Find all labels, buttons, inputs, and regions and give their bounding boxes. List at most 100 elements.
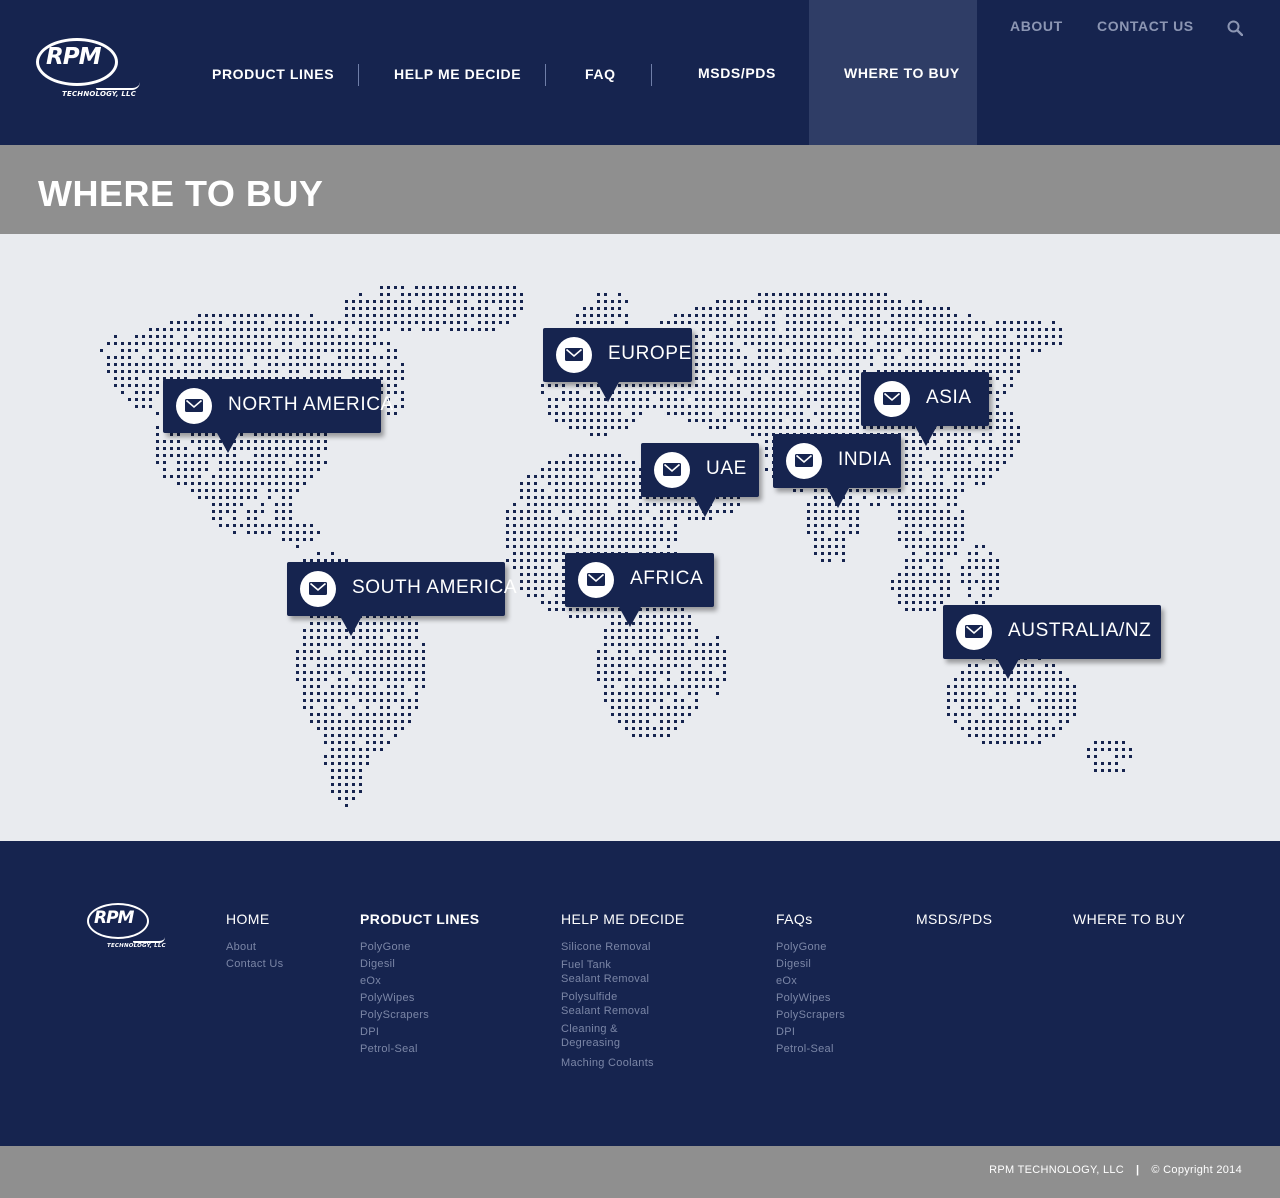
footer-heading-home[interactable]: HOME xyxy=(226,911,283,927)
footer-link-polywipes[interactable]: PolyWipes xyxy=(776,991,845,1005)
region-pin-australia-nz[interactable]: AUSTRALIA/NZ xyxy=(943,605,1161,679)
map-dot xyxy=(968,678,971,681)
rpm-logo[interactable]: RPM TECHNOLOGY, LLC xyxy=(36,38,142,102)
map-dot xyxy=(324,636,327,639)
footer-link-petrol-seal[interactable]: Petrol-Seal xyxy=(360,1042,480,1056)
map-dot xyxy=(898,580,901,583)
footer-link-polygone[interactable]: PolyGone xyxy=(360,940,480,954)
map-dot xyxy=(219,335,222,338)
footer-link-contact-us[interactable]: Contact Us xyxy=(226,957,283,971)
map-dot xyxy=(604,699,607,702)
footer-link-digesil[interactable]: Digesil xyxy=(776,957,845,971)
footer-link-petrol-seal[interactable]: Petrol-Seal xyxy=(776,1042,845,1056)
footer-link-maching-coolants[interactable]: Maching Coolants xyxy=(561,1056,685,1070)
footer-heading-where-to-buy[interactable]: WHERE TO BUY xyxy=(1073,911,1185,927)
map-dot xyxy=(254,356,257,359)
map-dot xyxy=(625,720,628,723)
footer-link-polysulfide-sealant-removal[interactable]: Polysulfide Sealant Removal xyxy=(561,990,685,1018)
footer-link-eox[interactable]: eOx xyxy=(360,974,480,988)
map-dot xyxy=(597,412,600,415)
search-icon[interactable] xyxy=(1227,20,1243,36)
map-dot xyxy=(779,377,782,380)
nav-where-to-buy[interactable]: WHERE TO BUY xyxy=(844,65,960,81)
map-dot xyxy=(702,650,705,653)
footer-heading-msds[interactable]: MSDS/PDS xyxy=(916,911,992,927)
footer-link-eox[interactable]: eOx xyxy=(776,974,845,988)
map-dot xyxy=(289,503,292,506)
map-dot xyxy=(793,321,796,324)
map-dot xyxy=(1010,419,1013,422)
region-pin-europe[interactable]: EUROPE xyxy=(543,328,692,402)
map-dot xyxy=(618,475,621,478)
map-dot xyxy=(807,300,810,303)
map-dot xyxy=(968,580,971,583)
footer-heading-faqs[interactable]: FAQs xyxy=(776,911,845,927)
map-dot xyxy=(562,412,565,415)
map-dot xyxy=(954,461,957,464)
map-dot xyxy=(702,335,705,338)
map-dot xyxy=(639,398,642,401)
region-pin-uae[interactable]: UAE xyxy=(641,443,759,517)
footer-link-polyscrapers[interactable]: PolyScrapers xyxy=(776,1008,845,1022)
footer-link-dpi[interactable]: DPI xyxy=(776,1025,845,1039)
map-dot xyxy=(996,734,999,737)
map-dot xyxy=(807,398,810,401)
map-dot xyxy=(212,510,215,513)
footer-heading-product-lines[interactable]: PRODUCT LINES xyxy=(360,911,480,927)
map-dot xyxy=(905,573,908,576)
map-dot xyxy=(296,664,299,667)
map-dot xyxy=(310,524,313,527)
footer-link-polyscrapers[interactable]: PolyScrapers xyxy=(360,1008,480,1022)
map-dot xyxy=(373,699,376,702)
region-pin-north-america[interactable]: NORTH AMERICA xyxy=(163,379,393,453)
map-dot xyxy=(1003,384,1006,387)
map-dot xyxy=(506,300,509,303)
region-pin-asia[interactable]: ASIA xyxy=(861,372,989,446)
nav-msds[interactable]: MSDS/PDS xyxy=(698,65,776,81)
map-dot xyxy=(632,636,635,639)
nav-faq[interactable]: FAQ xyxy=(585,66,616,82)
map-dot xyxy=(674,384,677,387)
map-dot xyxy=(695,685,698,688)
map-dot xyxy=(793,412,796,415)
map-dot xyxy=(548,587,551,590)
region-pin-south-america[interactable]: SOUTH AMERICA xyxy=(287,562,517,636)
map-dot xyxy=(779,384,782,387)
map-dot xyxy=(996,685,999,688)
map-dot xyxy=(590,307,593,310)
map-dot xyxy=(814,398,817,401)
map-dot xyxy=(492,293,495,296)
footer-link-dpi[interactable]: DPI xyxy=(360,1025,480,1039)
top-link-contact[interactable]: CONTACT US xyxy=(1097,18,1194,34)
map-dot xyxy=(856,370,859,373)
footer-link-silicone-removal[interactable]: Silicone Removal xyxy=(561,940,685,954)
map-dot xyxy=(793,377,796,380)
footer-link-fuel-tank-sealant-removal[interactable]: Fuel Tank Sealant Removal xyxy=(561,958,685,986)
map-dot xyxy=(205,356,208,359)
footer-link-about[interactable]: About xyxy=(226,940,283,954)
map-dot xyxy=(688,419,691,422)
footer-logo[interactable]: RPM TECHNOLOGY, LLC xyxy=(87,903,169,955)
region-pin-india[interactable]: INDIA xyxy=(773,434,901,508)
map-dot xyxy=(415,636,418,639)
footer-link-polywipes[interactable]: PolyWipes xyxy=(360,991,480,1005)
map-dot xyxy=(933,510,936,513)
footer-heading-help-me-decide[interactable]: HELP ME DECIDE xyxy=(561,911,685,927)
map-dot xyxy=(975,559,978,562)
map-dot xyxy=(240,524,243,527)
map-dot xyxy=(632,706,635,709)
map-dot xyxy=(709,671,712,674)
map-dot xyxy=(604,468,607,471)
map-dot xyxy=(618,545,621,548)
footer-link-digesil[interactable]: Digesil xyxy=(360,957,480,971)
map-dot xyxy=(317,447,320,450)
footer-link-cleaning-degreasing[interactable]: Cleaning & Degreasing xyxy=(561,1022,685,1050)
footer-link-polygone[interactable]: PolyGone xyxy=(776,940,845,954)
nav-product-lines[interactable]: PRODUCT LINES xyxy=(212,66,334,82)
map-dot xyxy=(716,328,719,331)
map-dot xyxy=(674,657,677,660)
top-link-about[interactable]: ABOUT xyxy=(1010,18,1063,34)
map-dot xyxy=(968,321,971,324)
region-pin-africa[interactable]: AFRICA xyxy=(565,553,714,627)
nav-help-me-decide[interactable]: HELP ME DECIDE xyxy=(394,66,521,82)
